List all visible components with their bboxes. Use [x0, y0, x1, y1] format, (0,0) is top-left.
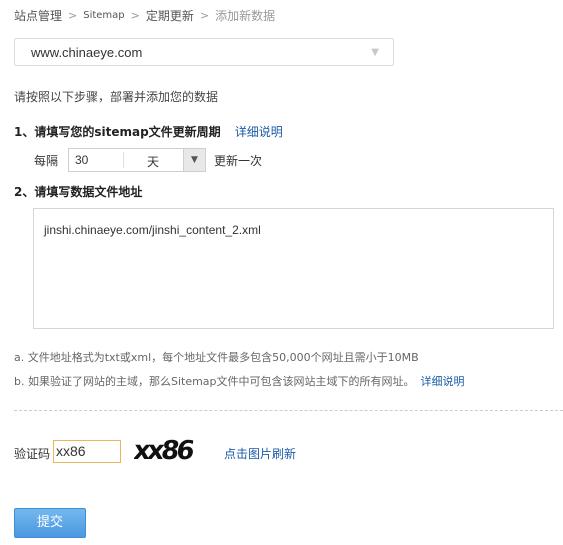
chevron-right-icon: > [199, 8, 210, 22]
site-select-value: www.chinaeye.com [31, 44, 143, 60]
breadcrumb-item-scheduled-update[interactable]: 定期更新 [146, 7, 194, 24]
note-b: b. 如果验证了网站的主域，那么Sitemap文件中可包含该网站主域下的所有网址… [14, 373, 465, 389]
update-frequency-control: 30 天 ▼ [68, 148, 206, 172]
captcha-image-text: xx86 [134, 436, 195, 465]
step1-heading: 1、请填写您的sitemap文件更新周期 详细说明 [14, 123, 283, 140]
refresh-captcha-link[interactable]: 点击图片刷新 [224, 445, 296, 462]
dropdown-arrow-icon: ▼ [371, 47, 379, 58]
step1-title: 1、请填写您的sitemap文件更新周期 [14, 125, 221, 139]
intro-text: 请按照以下步骤，部署并添加您的数据 [14, 90, 219, 104]
divider [123, 152, 124, 168]
captcha-image[interactable]: xx86 [134, 435, 206, 465]
breadcrumb-item-site-management[interactable]: 站点管理 [14, 7, 62, 24]
every-label: 每隔 [34, 154, 59, 168]
data-file-url-textarea[interactable]: jinshi.chinaeye.com/jinshi_content_2.xml [33, 208, 554, 329]
site-select[interactable]: www.chinaeye.com ▼ [14, 38, 394, 66]
chevron-right-icon: > [68, 8, 78, 22]
captcha-label: 验证码 [14, 447, 51, 461]
step2-title: 2、请填写数据文件地址 [14, 185, 143, 199]
note-a: a. 文件地址格式为txt或xml，每个地址文件最多包含50,000个网址且需小… [14, 351, 419, 364]
update-once-label: 更新一次 [214, 154, 263, 168]
submit-button[interactable]: 提交 [14, 508, 86, 538]
dropdown-arrow-icon[interactable]: ▼ [183, 149, 205, 171]
captcha-input[interactable]: xx86 [53, 440, 121, 463]
interval-input[interactable]: 30 [75, 153, 88, 167]
dashed-divider [14, 410, 563, 411]
interval-unit-select[interactable]: 天 [147, 153, 159, 170]
breadcrumb: 站点管理 > Sitemap > 定期更新 > 添加新数据 [14, 7, 275, 23]
breadcrumb-item-sitemap[interactable]: Sitemap [83, 10, 124, 21]
step1-detail-link[interactable]: 详细说明 [235, 125, 283, 139]
note-b-text: b. 如果验证了网站的主域，那么Sitemap文件中可包含该网站主域下的所有网址… [14, 375, 415, 388]
note-b-detail-link[interactable]: 详细说明 [421, 375, 465, 388]
chevron-right-icon: > [130, 8, 140, 22]
breadcrumb-item-add-data: 添加新数据 [215, 8, 276, 23]
